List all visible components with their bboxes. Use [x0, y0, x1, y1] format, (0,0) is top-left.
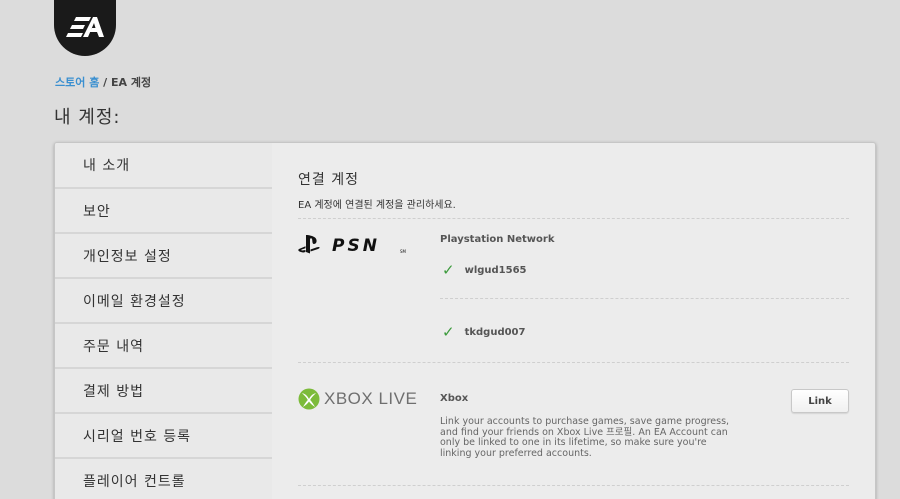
breadcrumb: 스토어 홈 / EA 계정	[55, 74, 151, 90]
sidebar-item-redeem-code[interactable]: 시리얼 번호 등록	[55, 414, 272, 459]
svg-text:SM: SM	[400, 249, 407, 254]
sidebar-item-player-controls[interactable]: 플레이어 컨트롤	[55, 459, 272, 499]
sidebar-item-payment-methods[interactable]: 결제 방법	[55, 369, 272, 414]
breadcrumb-home-link[interactable]: 스토어 홈	[55, 76, 99, 89]
psn-account-name: tkdgud007	[464, 326, 526, 338]
psn-heading: Playstation Network	[440, 234, 555, 245]
psn-account-row: ✓ wlgud1565	[442, 261, 527, 279]
breadcrumb-current: EA 계정	[111, 76, 152, 89]
xbox-icon	[298, 388, 320, 410]
psn-account-row: ✓ tkdgud007	[442, 323, 525, 341]
check-icon: ✓	[442, 261, 455, 279]
section-subtitle: EA 계정에 연결된 계정을 관리하세요.	[298, 200, 456, 211]
psn-logo-text: PSN	[332, 236, 380, 256]
psn-account-name: wlgud1565	[464, 264, 527, 276]
xbox-live-logo: XBOX LIVE	[298, 388, 417, 410]
ea-logo-icon	[66, 17, 104, 37]
psn-logo: PSN SM	[298, 233, 410, 261]
sidebar-item-privacy-settings[interactable]: 개인정보 설정	[55, 234, 272, 279]
playstation-icon: PSN SM	[298, 235, 407, 256]
divider	[298, 362, 849, 363]
page-title: 내 계정:	[54, 107, 121, 128]
breadcrumb-separator: /	[99, 76, 111, 89]
xbox-live-logo-text: XBOX LIVE	[324, 389, 418, 408]
sidebar-item-email-preferences[interactable]: 이메일 환경설정	[55, 279, 272, 324]
divider	[440, 298, 849, 299]
check-icon: ✓	[442, 323, 455, 341]
divider	[298, 218, 849, 219]
sidebar-item-security[interactable]: 보안	[55, 189, 272, 234]
section-title: 연결 계정	[298, 172, 359, 188]
xbox-heading: Xbox	[440, 393, 469, 404]
xbox-description: Link your accounts to purchase games, sa…	[440, 416, 730, 459]
sidebar-item-order-history[interactable]: 주문 내역	[55, 324, 272, 369]
connections-content: 연결 계정 EA 계정에 연결된 계정을 관리하세요. PSN SM Plays…	[272, 143, 875, 499]
sidebar: 내 소개 보안 개인정보 설정 이메일 환경설정 주문 내역 결제 방법 시리얼…	[55, 143, 272, 499]
ea-logo[interactable]	[54, 0, 116, 56]
xbox-link-button[interactable]: Link	[791, 389, 849, 413]
account-panel: 내 소개 보안 개인정보 설정 이메일 환경설정 주문 내역 결제 방법 시리얼…	[54, 142, 876, 499]
divider	[298, 485, 849, 486]
sidebar-item-about-me[interactable]: 내 소개	[55, 143, 272, 189]
